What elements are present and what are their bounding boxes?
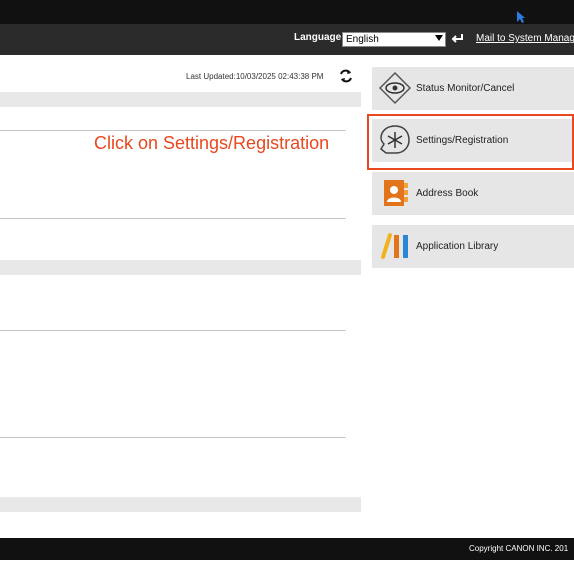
section-band bbox=[0, 260, 361, 275]
copyright-text: Copyright CANON INC. 201 bbox=[469, 544, 569, 553]
divider bbox=[0, 130, 346, 131]
address-book-button[interactable]: Address Book bbox=[372, 172, 574, 215]
section-band bbox=[0, 92, 361, 107]
application-library-icon bbox=[381, 233, 408, 259]
divider bbox=[0, 330, 346, 331]
language-select-value: English bbox=[346, 34, 379, 45]
footer-bar: Copyright CANON INC. 201 bbox=[0, 538, 574, 560]
divider bbox=[0, 218, 346, 219]
mail-to-system-manager-link[interactable]: Mail to System Manage bbox=[476, 33, 574, 44]
header-bar: Language: English Mail to System Manage bbox=[0, 24, 574, 55]
address-book-icon bbox=[384, 180, 408, 206]
divider bbox=[0, 437, 346, 438]
mouse-cursor-icon bbox=[517, 11, 525, 23]
instruction-annotation: Click on Settings/Registration bbox=[94, 133, 330, 153]
application-library-label: Application Library bbox=[416, 241, 499, 252]
return-arrow-icon[interactable] bbox=[451, 32, 465, 46]
highlight-box bbox=[367, 114, 574, 170]
chevron-down-icon bbox=[435, 35, 443, 41]
language-select[interactable]: English bbox=[342, 32, 446, 47]
status-monitor-cancel-label: Status Monitor/Cancel bbox=[416, 83, 515, 94]
language-label: Language: bbox=[294, 32, 345, 43]
application-library-button[interactable]: Application Library bbox=[372, 225, 574, 268]
section-band bbox=[0, 497, 361, 512]
refresh-icon[interactable] bbox=[338, 68, 354, 84]
address-book-label: Address Book bbox=[416, 188, 479, 199]
last-updated-text: Last Updated:10/03/2025 02:43:38 PM bbox=[186, 72, 324, 81]
status-monitor-cancel-button[interactable]: Status Monitor/Cancel bbox=[372, 67, 574, 110]
eye-icon bbox=[378, 71, 412, 105]
top-bar bbox=[0, 0, 574, 24]
